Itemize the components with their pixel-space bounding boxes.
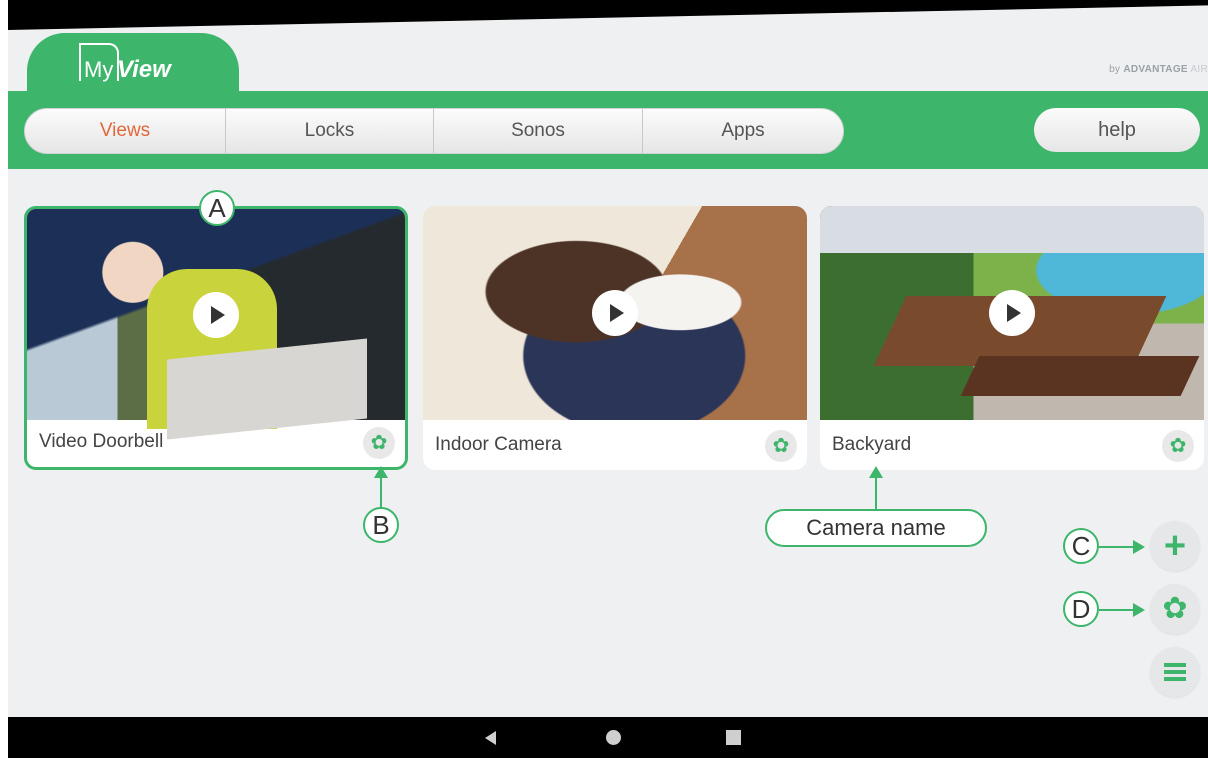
arrow-c [1099,540,1145,554]
menu-button[interactable] [1150,647,1200,697]
plus-icon: + [1163,525,1187,567]
tab-apps[interactable]: Apps [643,109,843,153]
hamburger-icon [1164,663,1186,681]
app-screen: My View by ADVANTAGE AIR Views Locks Son… [8,0,1208,758]
camera-name: Backyard [832,434,912,455]
arrow-camera-name [869,466,883,510]
callout-c: C [1063,528,1099,564]
logo-my-text: My [84,57,114,82]
tab-sonos[interactable]: Sonos [434,109,643,153]
camera-card-indoor-camera[interactable]: Indoor Camera ✿ [423,206,807,470]
home-icon[interactable] [606,730,621,745]
play-icon[interactable] [989,290,1035,336]
tab-group: Views Locks Sonos Apps [24,108,844,154]
gear-icon[interactable]: ✿ [363,427,395,459]
tab-views[interactable]: Views [25,109,226,153]
camera-thumbnail[interactable] [820,206,1204,420]
tab-locks[interactable]: Locks [226,109,434,153]
arrow-d [1099,603,1145,617]
logo-view-text: View [117,56,171,83]
back-icon[interactable] [485,731,496,745]
brand-prefix: by [1109,64,1121,75]
callout-d: D [1063,591,1099,627]
callout-b: B [363,507,399,543]
camera-name: Video Doorbell [39,431,164,452]
brand-name: ADVANTAGE [1123,64,1188,75]
settings-button[interactable]: ✿ [1150,584,1200,634]
arrow-b [374,466,388,508]
logo-tab: My View [27,33,239,97]
help-button[interactable]: help [1034,108,1200,152]
myview-logo: My View [79,41,219,85]
device-bezel [8,0,1208,30]
callout-a: A [199,190,235,226]
gear-icon: ✿ [1162,592,1188,625]
recent-apps-icon[interactable] [726,730,741,745]
nav-bar: Views Locks Sonos Apps help [8,91,1208,169]
gear-icon[interactable]: ✿ [1162,430,1194,462]
play-icon[interactable] [193,291,239,338]
add-camera-button[interactable]: + [1150,521,1200,571]
system-nav-bar [8,717,1208,758]
camera-thumbnail[interactable] [27,209,405,429]
play-icon[interactable] [592,290,638,336]
camera-thumbnail[interactable] [423,206,807,420]
gear-icon[interactable]: ✿ [765,430,797,462]
brand-mark: by ADVANTAGE AIR [1109,64,1208,75]
camera-card-video-doorbell[interactable]: Video Doorbell ✿ [24,206,408,470]
camera-name-callout: Camera name [765,509,987,547]
camera-card-backyard[interactable]: Backyard ✿ [820,206,1204,470]
camera-name: Indoor Camera [435,434,562,455]
brand-suffix: AIR [1190,64,1208,75]
